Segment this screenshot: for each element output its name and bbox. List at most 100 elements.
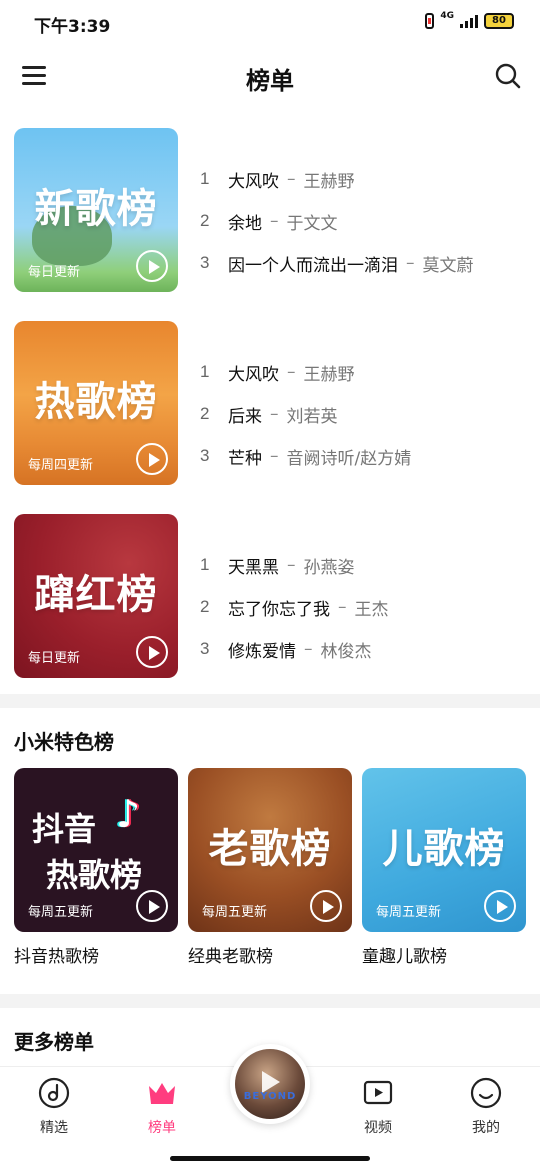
song-rank: 2 — [200, 404, 210, 423]
music-note-icon: ♪ — [116, 792, 141, 836]
song-name: 余地 — [228, 213, 262, 234]
cover-title-line: 热歌榜 — [46, 856, 143, 894]
song-separator: – — [338, 597, 347, 617]
song-separator: – — [406, 253, 415, 273]
song-name: 后来 — [228, 406, 262, 427]
song-rank: 1 — [200, 555, 210, 574]
song-name: 修炼爱情 — [228, 641, 296, 662]
song-rank: 2 — [200, 211, 210, 230]
special-card-name: 经典老歌榜 — [188, 947, 273, 967]
more-section-title: 更多榜单 — [14, 1030, 94, 1054]
song-separator: – — [270, 404, 279, 424]
song-item[interactable]: 2 忘了你忘了我 – 王杰 — [200, 586, 530, 628]
song-artist: 莫文蔚 — [422, 255, 474, 276]
chart-list: 新歌榜 每日更新 1 大风吹 – 王赫野 2 余地 – 于文文 3 因一个人而流… — [0, 128, 540, 707]
song-item[interactable]: 3 修炼爱情 – 林俊杰 — [200, 628, 530, 670]
music-disc-icon — [38, 1077, 70, 1109]
search-icon[interactable] — [494, 62, 522, 90]
cover-update-text: 每日更新 — [28, 651, 81, 666]
cover-title: 儿歌榜 — [382, 826, 506, 872]
play-icon[interactable] — [484, 890, 516, 922]
nav-item-featured[interactable]: 精选 — [14, 1077, 94, 1137]
song-rank: 1 — [200, 169, 210, 188]
special-chart-grid: 抖音 ♪ 热歌榜 每周五更新 抖音热歌榜 老歌榜 每周五更新 经典老歌榜 儿歌榜… — [14, 768, 526, 967]
cover-title: 热歌榜 — [34, 379, 158, 425]
battery-icon: 80 — [484, 13, 514, 29]
page-title: 榜单 — [246, 67, 294, 95]
cover-update-text: 每日更新 — [28, 265, 81, 280]
chart-cover-hot[interactable]: 热歌榜 每周四更新 — [14, 321, 178, 485]
song-artist: 王杰 — [354, 599, 389, 620]
song-artist: 音阙诗听/赵方婧 — [286, 448, 412, 469]
song-list: 1 天黑黑 – 孙燕姿 2 忘了你忘了我 – 王杰 3 修炼爱情 – 林俊杰 — [200, 544, 530, 670]
special-section-title: 小米特色榜 — [14, 730, 114, 754]
song-rank: 3 — [200, 639, 210, 658]
special-card-oldies[interactable]: 老歌榜 每周五更新 经典老歌榜 — [188, 768, 352, 967]
song-name: 芒种 — [228, 448, 262, 469]
song-item[interactable]: 3 芒种 – 音阙诗听/赵方婧 — [200, 435, 530, 477]
song-separator: – — [287, 362, 296, 382]
song-rank: 3 — [200, 446, 210, 465]
cover-title-line: 抖音 — [32, 810, 97, 848]
special-cover: 老歌榜 每周五更新 — [188, 768, 352, 932]
song-item[interactable]: 2 余地 – 于文文 — [200, 200, 530, 242]
song-list: 1 大风吹 – 王赫野 2 后来 – 刘若英 3 芒种 – 音阙诗听/赵方婧 — [200, 351, 530, 477]
special-card-douyin[interactable]: 抖音 ♪ 热歌榜 每周五更新 抖音热歌榜 — [14, 768, 178, 967]
play-icon[interactable] — [136, 890, 168, 922]
song-artist: 王赫野 — [303, 171, 355, 192]
cover-update-text: 每周五更新 — [28, 905, 94, 920]
special-card-name: 抖音热歌榜 — [14, 947, 99, 967]
song-separator: – — [270, 446, 279, 466]
song-item[interactable]: 1 大风吹 – 王赫野 — [200, 351, 530, 393]
song-item[interactable]: 2 后来 – 刘若英 — [200, 393, 530, 435]
album-text: BEYOND — [243, 1091, 297, 1102]
song-separator: – — [270, 211, 279, 231]
status-icons: 4G 80 — [425, 11, 514, 29]
chart-cover-new[interactable]: 新歌榜 每日更新 — [14, 128, 178, 292]
nav-item-charts[interactable]: 榜单 — [122, 1077, 202, 1137]
nav-item-video[interactable]: 视频 — [338, 1077, 418, 1137]
nav-label: 视频 — [364, 1120, 392, 1136]
play-icon[interactable] — [136, 443, 168, 475]
play-icon[interactable] — [310, 890, 342, 922]
song-name: 因一个人而流出一滴泪 — [228, 255, 398, 276]
crown-icon — [149, 1083, 175, 1104]
cover-title: 老歌榜 — [208, 826, 332, 872]
song-name: 大风吹 — [228, 171, 279, 192]
nav-label: 榜单 — [148, 1120, 176, 1136]
song-item[interactable]: 1 天黑黑 – 孙燕姿 — [200, 544, 530, 586]
chart-row-rising: 蹿红榜 每日更新 1 天黑黑 – 孙燕姿 2 忘了你忘了我 – 王杰 3 修炼爱… — [0, 514, 540, 707]
play-icon[interactable] — [136, 250, 168, 282]
play-icon[interactable] — [136, 636, 168, 668]
video-icon — [363, 1080, 393, 1105]
song-name: 忘了你忘了我 — [228, 599, 330, 620]
song-separator: – — [304, 639, 313, 659]
nav-item-profile[interactable]: 我的 — [446, 1077, 526, 1137]
song-artist: 林俊杰 — [320, 641, 372, 662]
cover-update-text: 每周五更新 — [202, 905, 268, 920]
song-rank: 3 — [200, 253, 210, 272]
smile-icon — [470, 1077, 502, 1109]
network-type: 4G — [440, 11, 454, 21]
song-artist: 王赫野 — [303, 364, 355, 385]
song-artist: 刘若英 — [286, 406, 338, 427]
song-separator: – — [287, 169, 296, 189]
header: 榜单 — [0, 46, 540, 108]
home-indicator — [170, 1156, 370, 1161]
song-name: 天黑黑 — [228, 557, 279, 578]
status-time: 下午3:39 — [34, 17, 111, 37]
song-item[interactable]: 3 因一个人而流出一滴泪 – 莫文蔚 — [200, 242, 530, 284]
special-card-kids[interactable]: 儿歌榜 每周五更新 童趣儿歌榜 — [362, 768, 526, 967]
chart-cover-rising[interactable]: 蹿红榜 每日更新 — [14, 514, 178, 678]
cover-title: 新歌榜 — [34, 186, 158, 232]
mini-player[interactable]: BEYOND — [230, 1044, 310, 1124]
play-icon — [262, 1071, 280, 1093]
song-name: 大风吹 — [228, 364, 279, 385]
song-item[interactable]: 1 大风吹 – 王赫野 — [200, 158, 530, 200]
section-divider — [0, 694, 540, 708]
song-artist: 于文文 — [286, 213, 338, 234]
chart-row-new: 新歌榜 每日更新 1 大风吹 – 王赫野 2 余地 – 于文文 3 因一个人而流… — [0, 128, 540, 321]
song-separator: – — [287, 555, 296, 575]
nav-label: 我的 — [472, 1120, 500, 1136]
special-cover: 抖音 ♪ 热歌榜 每周五更新 — [14, 768, 178, 932]
